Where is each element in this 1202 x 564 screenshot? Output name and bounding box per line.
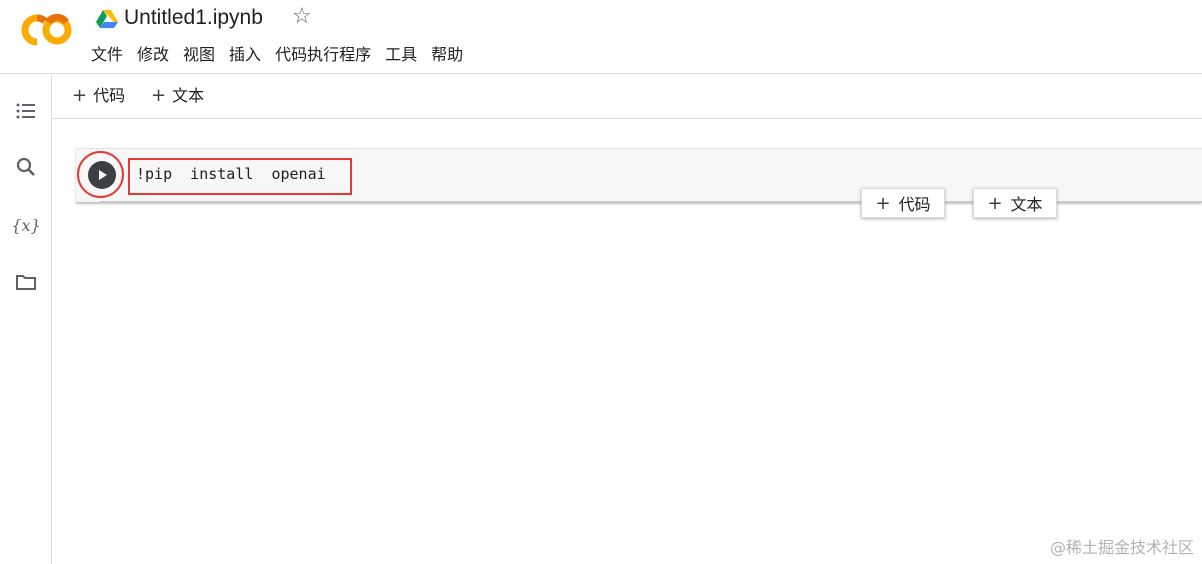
google-drive-icon[interactable]: [96, 9, 118, 29]
add-text-label: 文本: [172, 86, 205, 105]
menu-runtime[interactable]: 代码执行程序: [268, 43, 378, 67]
add-code-button[interactable]: + 代码: [72, 84, 125, 108]
app-header: Untitled1.ipynb ☆ 文件 修改 视图 插入 代码执行程序 工具 …: [0, 0, 1202, 74]
menu-bar: 文件 修改 视图 插入 代码执行程序 工具 帮助: [84, 43, 470, 67]
add-code-label: 代码: [93, 86, 126, 105]
run-cell-button[interactable]: [88, 161, 116, 189]
plus-icon: +: [72, 85, 88, 106]
plus-icon: +: [151, 85, 167, 106]
float-add-code-button[interactable]: + 代码: [861, 188, 945, 218]
variables-icon[interactable]: {x}: [11, 213, 40, 237]
colab-logo[interactable]: [18, 12, 74, 48]
star-icon[interactable]: ☆: [292, 4, 312, 29]
search-icon[interactable]: [14, 155, 38, 179]
plus-icon: +: [987, 192, 1003, 214]
add-text-button[interactable]: + 文本: [151, 84, 204, 108]
float-add-text-button[interactable]: + 文本: [973, 188, 1057, 218]
notebook-toolbar: + 代码 + 文本: [52, 75, 1202, 119]
watermark: @稀土掘金技术社区: [1049, 538, 1194, 557]
folder-icon[interactable]: [14, 270, 38, 294]
menu-help[interactable]: 帮助: [424, 43, 470, 67]
notebook-title[interactable]: Untitled1.ipynb: [124, 6, 263, 30]
menu-file[interactable]: 文件: [84, 43, 130, 67]
float-add-code-label: 代码: [898, 195, 931, 214]
float-add-text-label: 文本: [1010, 195, 1043, 214]
menu-edit[interactable]: 修改: [130, 43, 176, 67]
menu-view[interactable]: 视图: [176, 43, 222, 67]
menu-insert[interactable]: 插入: [222, 43, 268, 67]
table-of-contents-icon[interactable]: [14, 99, 38, 123]
menu-tools[interactable]: 工具: [378, 43, 424, 67]
plus-icon: +: [875, 192, 891, 214]
play-icon: [99, 170, 107, 180]
code-text[interactable]: !pip install openai: [136, 163, 326, 185]
left-sidebar: {x}: [0, 75, 52, 564]
